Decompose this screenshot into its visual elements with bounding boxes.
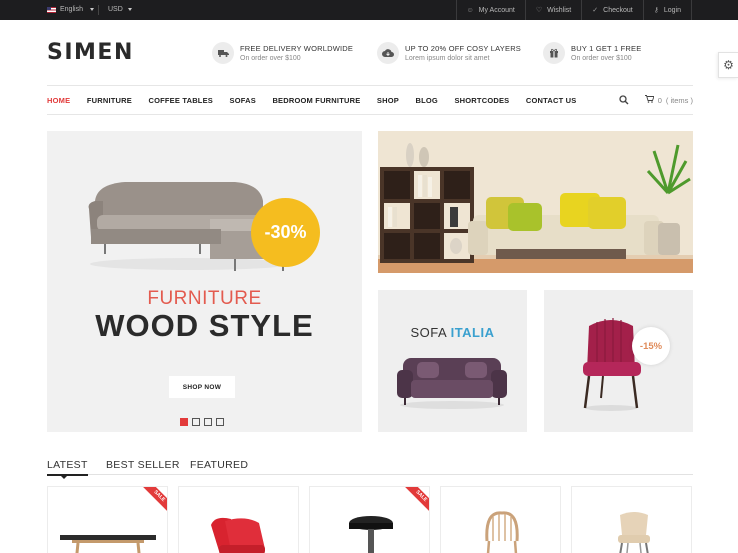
product-card[interactable] [440,486,561,553]
tab-best-seller[interactable]: BEST SELLER [106,459,180,471]
feature-buy-one-get-one: BUY 1 GET 1 FREE On order over $100 [543,42,641,64]
tab-featured[interactable]: FEATURED [190,459,248,471]
nav-item-shortcodes[interactable]: SHORTCODES [454,96,509,105]
feature-subtitle: On order over $100 [240,55,301,62]
cart-icon [644,95,655,105]
product-image [485,511,519,553]
gift-icon [543,42,565,64]
feature-discount: UP TO 20% OFF COSY LAYERS Lorem ipsum do… [377,42,521,64]
login-label: Login [663,6,681,14]
top-bar: English USD ☺ My Account ♡ Wishlist ✓ Ch… [0,0,738,20]
my-account-link[interactable]: ☺ My Account [455,0,525,20]
sale-ribbon: SALE [140,487,167,516]
site-logo[interactable]: SIMEN [47,40,134,65]
sale-ribbon: SALE [402,487,429,516]
hero-slider[interactable]: -30% FURNITURE WOOD STYLE SHOP NOW [47,131,362,432]
slider-dot[interactable] [216,418,224,426]
chevron-down-icon [127,7,132,11]
feature-free-delivery: FREE DELIVERY WORLDWIDE On order over $1… [212,42,353,64]
armchair-banner[interactable]: -15% [544,290,693,432]
heart-icon: ♡ [535,7,543,14]
main-navigation: HOME FURNITURE COFFEE TABLES SOFAS BEDRO… [47,85,693,115]
slider-dot[interactable] [180,418,188,426]
product-image [349,516,393,553]
wishlist-link[interactable]: ♡ Wishlist [524,0,581,20]
nav-item-contact-us[interactable]: CONTACT US [526,96,577,105]
discount-badge: -30% [251,198,320,267]
banner-title-accent: ITALIA [450,325,495,340]
hero-subtitle: FURNITURE [147,288,262,309]
banner-title-word: SOFA [410,325,447,340]
checkmark-icon: ✓ [592,7,599,14]
product-image [60,535,156,553]
checkout-link[interactable]: ✓ Checkout [581,0,642,20]
living-room-banner[interactable] [378,131,693,273]
feature-subtitle: On order over $100 [571,55,632,62]
currency-selector[interactable]: USD [108,6,132,13]
language-selector[interactable]: English [47,6,94,13]
nav-item-furniture[interactable]: FURNITURE [87,96,132,105]
product-card[interactable] [571,486,692,553]
product-card[interactable]: SALE [309,486,430,553]
chevron-down-icon [89,8,94,11]
sofa-italia-banner[interactable]: SOFA ITALIA [378,290,527,432]
purple-sofa-image [397,358,507,409]
product-card[interactable]: SALE [47,486,168,553]
living-room-image [378,131,693,273]
nav-item-blog[interactable]: BLOG [415,96,437,105]
search-icon[interactable] [619,95,629,108]
slider-dot[interactable] [204,418,212,426]
cart-label: ( items ) [665,95,693,105]
discount-badge: -15% [632,327,670,365]
cart-count: 0 [657,95,662,105]
hero-title: WOOD STYLE [95,308,314,343]
nav-item-bedroom-furniture[interactable]: BEDROOM FURNITURE [272,96,360,105]
feature-title: UP TO 20% OFF COSY LAYERS [405,44,522,53]
cloud-download-icon [377,42,399,64]
gear-icon[interactable]: ⚙ [718,52,738,78]
account-links: ☺ My Account ♡ Wishlist ✓ Checkout ⚷ Log… [455,0,692,20]
my-account-label: My Account [478,6,515,14]
slider-dot[interactable] [192,418,200,426]
product-image [211,517,265,553]
language-label: English [60,6,83,13]
product-tabs: LATEST BEST SELLER FEATURED [47,459,693,479]
user-icon: ☺ [466,6,474,14]
nav-item-home[interactable]: HOME [47,96,70,105]
product-image [618,512,650,553]
us-flag-icon [47,6,56,13]
login-link[interactable]: ⚷ Login [642,0,692,20]
red-armchair-image [583,318,641,411]
wishlist-label: Wishlist [547,6,572,14]
key-icon: ⚷ [653,7,659,14]
nav-item-coffee-tables[interactable]: COFFEE TABLES [148,96,213,105]
slider-pagination [180,418,224,426]
feature-title: FREE DELIVERY WORLDWIDE [240,44,354,53]
checkout-label: Checkout [603,6,633,14]
currency-label: USD [108,6,123,13]
product-card[interactable] [178,486,299,553]
banner-title: SOFA ITALIA [378,325,527,340]
cart-widget[interactable]: 0 ( items ) [644,95,693,105]
feature-subtitle: Lorem ipsum dolor sit amet [405,55,490,62]
feature-title: BUY 1 GET 1 FREE [571,44,642,53]
nav-item-sofas[interactable]: SOFAS [230,96,256,105]
shop-now-button[interactable]: SHOP NOW [169,376,235,398]
nav-item-shop[interactable]: SHOP [377,96,399,105]
tab-latest[interactable]: LATEST [47,459,88,479]
divider [98,5,99,15]
truck-icon [212,42,234,64]
